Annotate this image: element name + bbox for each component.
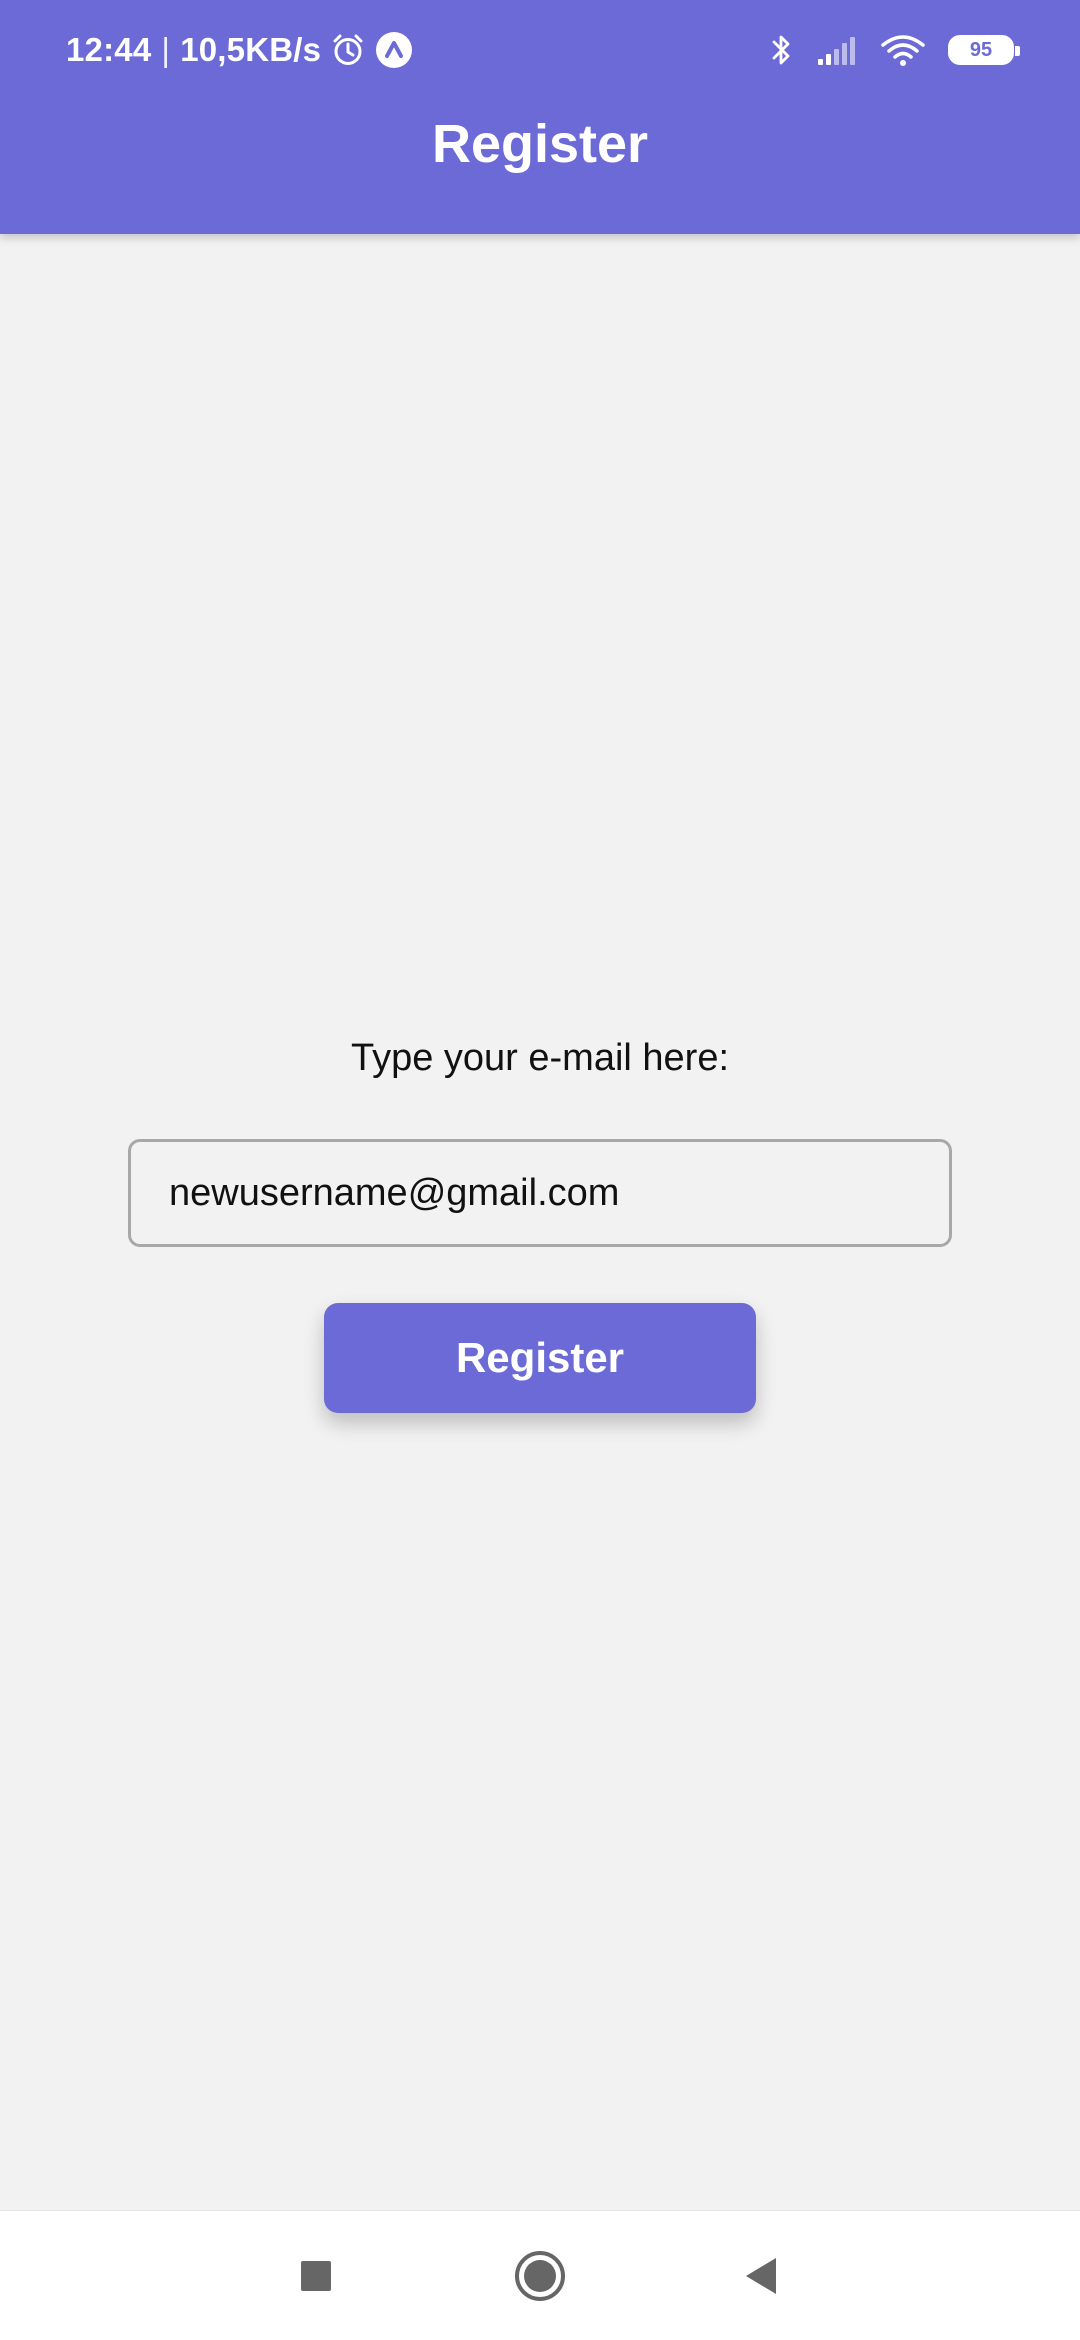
top-bar: 12:44 | 10,5KB/s 95 Register bbox=[0, 0, 1080, 234]
status-time: 12:44 bbox=[66, 31, 152, 68]
bluetooth-icon bbox=[770, 32, 794, 68]
battery-level: 95 bbox=[969, 38, 993, 61]
wifi-icon bbox=[880, 33, 926, 67]
email-field[interactable] bbox=[128, 1139, 952, 1247]
app-notification-icon bbox=[375, 31, 413, 69]
status-bar: 12:44 | 10,5KB/s 95 bbox=[0, 0, 1080, 100]
network-speed: 10,5KB/s bbox=[180, 31, 322, 68]
status-right: 95 bbox=[770, 28, 1020, 72]
back-button[interactable] bbox=[732, 2246, 792, 2306]
home-circle-icon bbox=[513, 2249, 567, 2303]
back-triangle-icon bbox=[742, 2256, 782, 2296]
recents-square-icon bbox=[299, 2259, 333, 2293]
page-title: Register bbox=[431, 114, 649, 174]
register-screen: 12:44 | 10,5KB/s 95 Register Type your e… bbox=[0, 0, 1080, 2340]
status-left: 12:44 | 10,5KB/s bbox=[66, 28, 413, 72]
recents-button[interactable] bbox=[286, 2246, 346, 2306]
alarm-icon bbox=[331, 33, 365, 67]
home-button[interactable] bbox=[510, 2246, 570, 2306]
navigation-bar bbox=[0, 2210, 1080, 2340]
battery-icon: 95 bbox=[948, 35, 1020, 65]
register-button[interactable]: Register bbox=[324, 1303, 756, 1413]
signal-icon bbox=[816, 35, 858, 65]
battery-nub bbox=[1015, 46, 1020, 56]
status-separator: | bbox=[161, 31, 171, 68]
email-label: Type your e-mail here: bbox=[350, 1037, 730, 1079]
